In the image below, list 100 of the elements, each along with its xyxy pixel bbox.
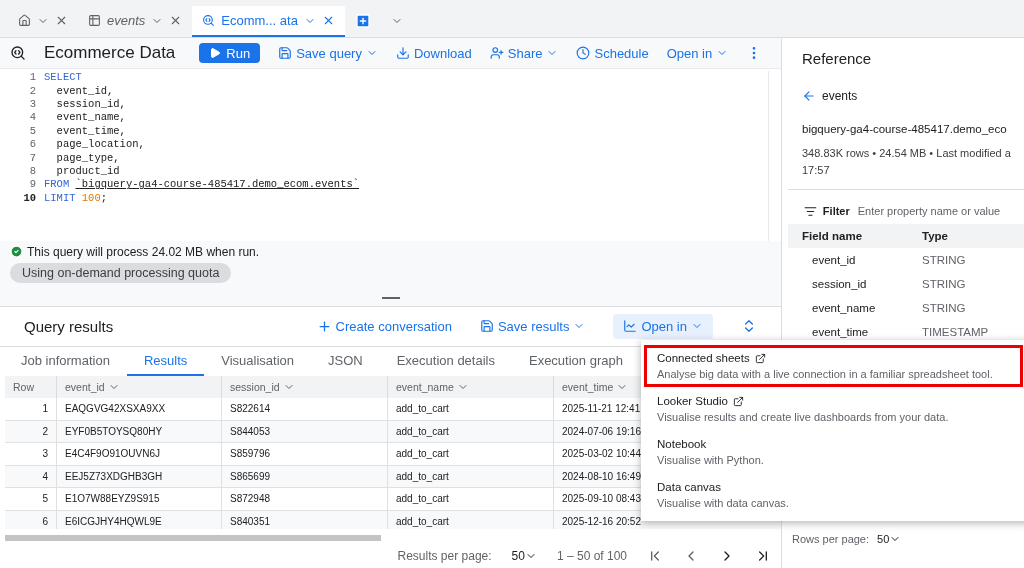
results-tab[interactable]: JSON (311, 346, 380, 376)
table-cell: S859796 (222, 443, 388, 466)
close-icon[interactable] (55, 14, 68, 27)
column-header: Type (908, 224, 1024, 248)
panel-title: Reference (802, 50, 873, 67)
page-range: 1 – 50 of 100 (556, 549, 627, 564)
code-line: event_name, (55, 111, 127, 125)
toolbar-button[interactable]: Schedule (576, 45, 649, 61)
results-tab[interactable]: Execution graph (511, 346, 640, 376)
table-meta: 17:57 (802, 163, 831, 178)
results-action-button[interactable]: Open in (613, 313, 713, 339)
rows-per-page-label: Rows per page: (792, 533, 870, 545)
filter-label: Filter (822, 205, 850, 217)
field-type: TIMESTAMP (921, 325, 990, 340)
table-cell: add_to_cart (388, 420, 554, 443)
column-header[interactable]: event_id (57, 376, 222, 398)
quota-chip: Using on-demand processing quota (10, 262, 232, 283)
field-name: event_id (811, 253, 857, 268)
code-line: event_time, (55, 124, 127, 139)
save-icon (479, 319, 494, 334)
check-icon (10, 245, 23, 259)
code-line: SELECT (44, 71, 83, 85)
table-cell: 5 (5, 488, 57, 511)
clock-icon (576, 46, 591, 61)
table-cell: 2 (5, 420, 57, 443)
table-cell: 3 (5, 443, 57, 466)
plus-icon (316, 318, 332, 334)
line-number: 3 (28, 98, 36, 112)
chart-icon (623, 319, 638, 334)
table-cell: EAQGVG42XSXA9XX (57, 398, 222, 421)
line-number: 8 (28, 165, 36, 179)
code-line: FROM `bigquery-ga4-course-485417.demo_ecom.events` (44, 178, 361, 192)
line-number: 10 (22, 191, 36, 206)
table-cell: add_to_cart (388, 398, 554, 421)
table-meta: 348.83K rows • 24.54 MB • Last modified a (802, 146, 1012, 161)
run-button[interactable]: Run (199, 43, 261, 64)
editor-tab[interactable]: events (78, 6, 193, 37)
column-header[interactable]: session_id (222, 376, 388, 398)
menu-item-title: Connected sheets (657, 352, 750, 364)
field-name: session_id (811, 277, 868, 292)
menu-item-title: Looker Studio (657, 395, 728, 407)
toolbar-button[interactable]: Download (395, 45, 472, 61)
field-name: event_name (811, 301, 877, 316)
field-type: STRING (921, 253, 967, 268)
back-icon[interactable] (802, 89, 816, 103)
table-cell: add_to_cart (388, 465, 554, 488)
menu-item-description: Visualise with Python. (657, 454, 765, 466)
results-action-button[interactable]: Create conversation (316, 318, 452, 334)
table-cell: S844053 (222, 420, 388, 443)
toolbar-button[interactable]: Save query (278, 45, 378, 61)
results-action-button[interactable]: Save results (479, 318, 586, 334)
field-type: STRING (921, 277, 967, 292)
line-number: 6 (28, 138, 36, 152)
results-tab[interactable]: Job information (4, 346, 127, 376)
table-cell: add_to_cart (388, 443, 554, 466)
results-tab[interactable]: Execution details (379, 346, 512, 376)
line-number: 9 (28, 178, 36, 192)
table-cell: 4 (5, 465, 57, 488)
results-tab[interactable]: Visualisation (204, 346, 311, 376)
column-header: Field name (788, 224, 908, 248)
table-cell: E4C4F9O91OUVN6J (57, 443, 222, 466)
query-icon (10, 45, 26, 62)
menu-item-description: Analyse big data with a live connection in a familiar spreadsheet tool. (657, 368, 994, 380)
code-line: page_type, (55, 151, 121, 165)
table-cell: S865699 (222, 465, 388, 488)
per-page-label: Results per page: (397, 549, 492, 564)
query-title: Ecommerce Data (44, 43, 176, 64)
new-tab-icon[interactable] (354, 12, 371, 29)
per-page-select[interactable]: 50 (511, 549, 537, 564)
back-label: events (822, 89, 858, 103)
table-cell: EEJ5Z73XDGHB3GH (57, 465, 222, 488)
play-icon (209, 47, 222, 60)
download-icon (395, 46, 410, 61)
toolbar-button[interactable]: Share (489, 45, 559, 61)
rows-per-page-select[interactable]: 50 (877, 533, 902, 545)
line-number: 4 (28, 111, 36, 125)
home-icon (18, 14, 31, 27)
field-name: event_time (811, 325, 870, 340)
query-icon (202, 14, 216, 27)
line-number: 2 (28, 84, 36, 98)
save-icon (278, 46, 293, 61)
add-person-icon (489, 46, 504, 61)
code-line: product_id (55, 165, 121, 178)
code-line: page_location, (55, 138, 146, 152)
menu-item[interactable]: Connected sheets Analyse big data with a live connection in a familiar spreadsheet tool. (644, 345, 1023, 387)
column-header[interactable]: Row (5, 376, 57, 398)
line-number: 7 (28, 151, 36, 165)
column-header[interactable]: event_name (388, 376, 554, 398)
results-title: Query results (24, 317, 115, 335)
table-cell: E1O7W88EYZ9S915 (57, 488, 222, 511)
editor-tab[interactable]: Ecomm... ata (192, 6, 345, 37)
code-line: LIMIT 100; (44, 191, 109, 206)
table-cell: 1 (5, 398, 57, 421)
resize-handle[interactable] (381, 297, 400, 300)
line-number: 1 (28, 71, 36, 85)
toolbar-button[interactable]: Open in (666, 45, 729, 61)
table-cell: EYF0B5TOYSQ80HY (57, 420, 222, 443)
line-number: 5 (28, 124, 36, 139)
table-path: bigquery-ga4-course-485417.demo_eco (802, 123, 1008, 135)
field-type: STRING (921, 301, 967, 316)
